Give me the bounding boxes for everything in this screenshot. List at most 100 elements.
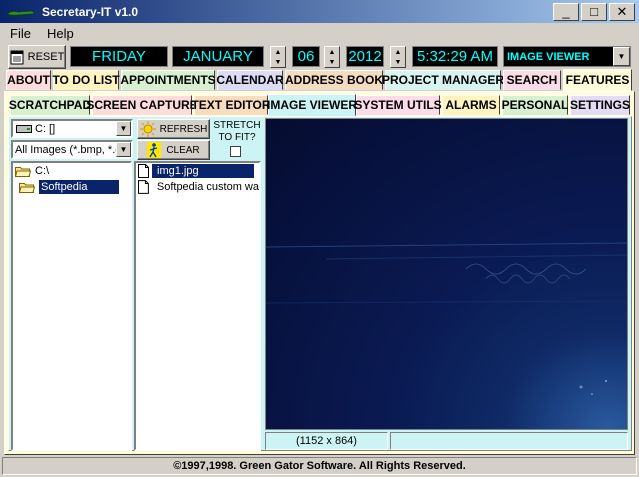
tab-about[interactable]: ABOUT: [6, 70, 51, 90]
tab-label: SETTINGS: [570, 98, 631, 112]
gator-logo-icon: [6, 10, 36, 18]
list-item[interactable]: Softpedia custom wa: [136, 179, 259, 195]
stretch-label-line1: STRETCH: [213, 120, 261, 131]
open-folder-icon: [19, 183, 35, 193]
year-spinner[interactable]: ▲ ▼: [390, 46, 406, 68]
stretch-label: STRETCH TO FIT?: [212, 120, 262, 144]
file-type-filter-select[interactable]: All Images (*.bmp, *.g ▼: [11, 140, 133, 159]
tab-personal[interactable]: PERSONAL: [502, 95, 568, 115]
drive-select[interactable]: C: [] ▼: [11, 119, 133, 138]
month-spinner[interactable]: ▲ ▼: [270, 46, 286, 68]
tab-text-editor[interactable]: TEXT EDITOR: [191, 95, 271, 115]
list-item[interactable]: Softpedia: [13, 179, 130, 195]
tab-label: APPOINTMENTS: [120, 73, 216, 87]
chevron-down-icon[interactable]: ▼: [116, 121, 131, 136]
time-display: 5:32:29 AM: [412, 46, 498, 67]
tab-label: SEARCH: [506, 73, 558, 87]
reset-label: RESET: [27, 51, 65, 63]
tab-label: FEATURES: [565, 73, 630, 87]
reset-button[interactable]: RESET: [8, 45, 66, 69]
drive-icon: [16, 124, 32, 133]
tab-appointments[interactable]: APPOINTMENTS: [120, 70, 216, 90]
day-display: FRIDAY: [70, 46, 168, 67]
date-display: 06: [292, 46, 320, 67]
tab-search[interactable]: SEARCH: [503, 70, 561, 90]
stretch-label-line2: TO FIT?: [218, 132, 256, 143]
tab-label: CALENDAR: [216, 73, 284, 87]
chevron-down-icon[interactable]: ▼: [116, 142, 131, 157]
tab-label: PERSONAL: [501, 98, 569, 112]
year-display: 2012: [346, 46, 384, 67]
chevron-down-icon[interactable]: ▼: [613, 47, 630, 66]
folder-name: C:\: [35, 165, 50, 177]
tab-label: TO DO LIST: [52, 73, 120, 87]
tab-label: IMAGE VIEWER: [267, 98, 358, 112]
tab-screen-capture[interactable]: SCREEN CAPTURE: [86, 95, 198, 115]
tab-to-do-list[interactable]: TO DO LIST: [52, 70, 120, 90]
file-icon: [138, 180, 149, 194]
stretch-to-fit-checkbox[interactable]: [230, 146, 241, 157]
month-display: JANUARY: [172, 46, 264, 67]
maximize-icon: □: [590, 4, 598, 19]
minimize-icon: _: [562, 4, 570, 19]
tab-label: SCREEN CAPTURE: [86, 98, 198, 112]
tab-alarms[interactable]: ALARMS: [442, 95, 500, 115]
tab-label: SYSTEM UTILS: [354, 98, 442, 112]
tab-calendar[interactable]: CALENDAR: [216, 70, 284, 90]
file-icon: [138, 164, 149, 178]
tab-label: ADDRESS BOOK: [285, 73, 384, 87]
open-folder-icon: [15, 167, 31, 177]
window-title: Secretary-IT v1.0: [42, 4, 139, 19]
list-item[interactable]: C:\: [13, 163, 130, 179]
tab-label: ALARMS: [445, 98, 497, 112]
menu-bar: File Help: [0, 23, 639, 43]
mode-select[interactable]: IMAGE VIEWER ▼: [503, 46, 631, 67]
close-icon: ✕: [616, 4, 628, 19]
minimize-button[interactable]: _: [553, 2, 579, 21]
calendar-reset-icon: [10, 50, 24, 65]
menu-file[interactable]: File: [0, 26, 37, 41]
title-bar: Secretary-IT v1.0 _ □ ✕: [0, 0, 639, 23]
tab-features[interactable]: FEATURES: [563, 69, 632, 91]
tab-image-viewer[interactable]: IMAGE VIEWER: [267, 94, 358, 116]
folder-name-selected: Softpedia: [39, 180, 120, 194]
list-item[interactable]: img1.jpg: [136, 163, 259, 179]
tab-project-manager[interactable]: PROJECT MANAGER: [382, 70, 505, 90]
file-name: Softpedia custom wa: [156, 181, 259, 193]
spin-up-icon: ▲: [394, 48, 402, 56]
copyright-footer: ©1997,1998. Green Gator Software. All Ri…: [2, 457, 637, 475]
spin-up-icon: ▲: [274, 48, 282, 56]
wallpaper-artwork: [266, 242, 627, 395]
running-man-icon: [147, 142, 162, 158]
file-type-filter-value: All Images (*.bmp, *.g: [15, 143, 116, 156]
close-button[interactable]: ✕: [609, 2, 635, 21]
tab-system-utils[interactable]: SYSTEM UTILS: [354, 95, 442, 115]
spin-up-icon: ▲: [328, 48, 336, 56]
image-preview: [265, 118, 628, 430]
tab-scratchpad[interactable]: SCRATCHPAD: [8, 95, 92, 115]
drive-select-value: C: []: [35, 122, 56, 135]
date-spinner[interactable]: ▲ ▼: [324, 46, 340, 68]
tab-label: ABOUT: [7, 73, 50, 87]
tab-settings[interactable]: SETTINGS: [570, 95, 630, 115]
tab-address-book[interactable]: ADDRESS BOOK: [285, 70, 383, 90]
sun-refresh-icon: [139, 121, 156, 137]
file-name-selected: img1.jpg: [152, 164, 254, 178]
menu-help[interactable]: Help: [37, 26, 80, 41]
spin-down-icon: ▼: [394, 58, 402, 66]
tab-label: PROJECT MANAGER: [382, 73, 505, 87]
image-dimensions: (1152 x 864): [265, 432, 388, 450]
mode-select-value: IMAGE VIEWER: [507, 50, 590, 63]
spin-down-icon: ▼: [274, 58, 282, 66]
refresh-label: REFRESH: [159, 123, 208, 135]
clear-button[interactable]: CLEAR: [137, 140, 210, 160]
folder-list[interactable]: C:\ Softpedia: [11, 161, 132, 451]
file-list[interactable]: img1.jpg Softpedia custom wa: [134, 161, 261, 451]
tab-label: TEXT EDITOR: [191, 98, 271, 112]
maximize-button[interactable]: □: [581, 2, 607, 21]
spin-down-icon: ▼: [328, 58, 336, 66]
tab-label: SCRATCHPAD: [8, 98, 92, 112]
refresh-button[interactable]: REFRESH: [137, 119, 210, 139]
clear-label: CLEAR: [166, 144, 200, 156]
image-info-field: [390, 432, 628, 450]
